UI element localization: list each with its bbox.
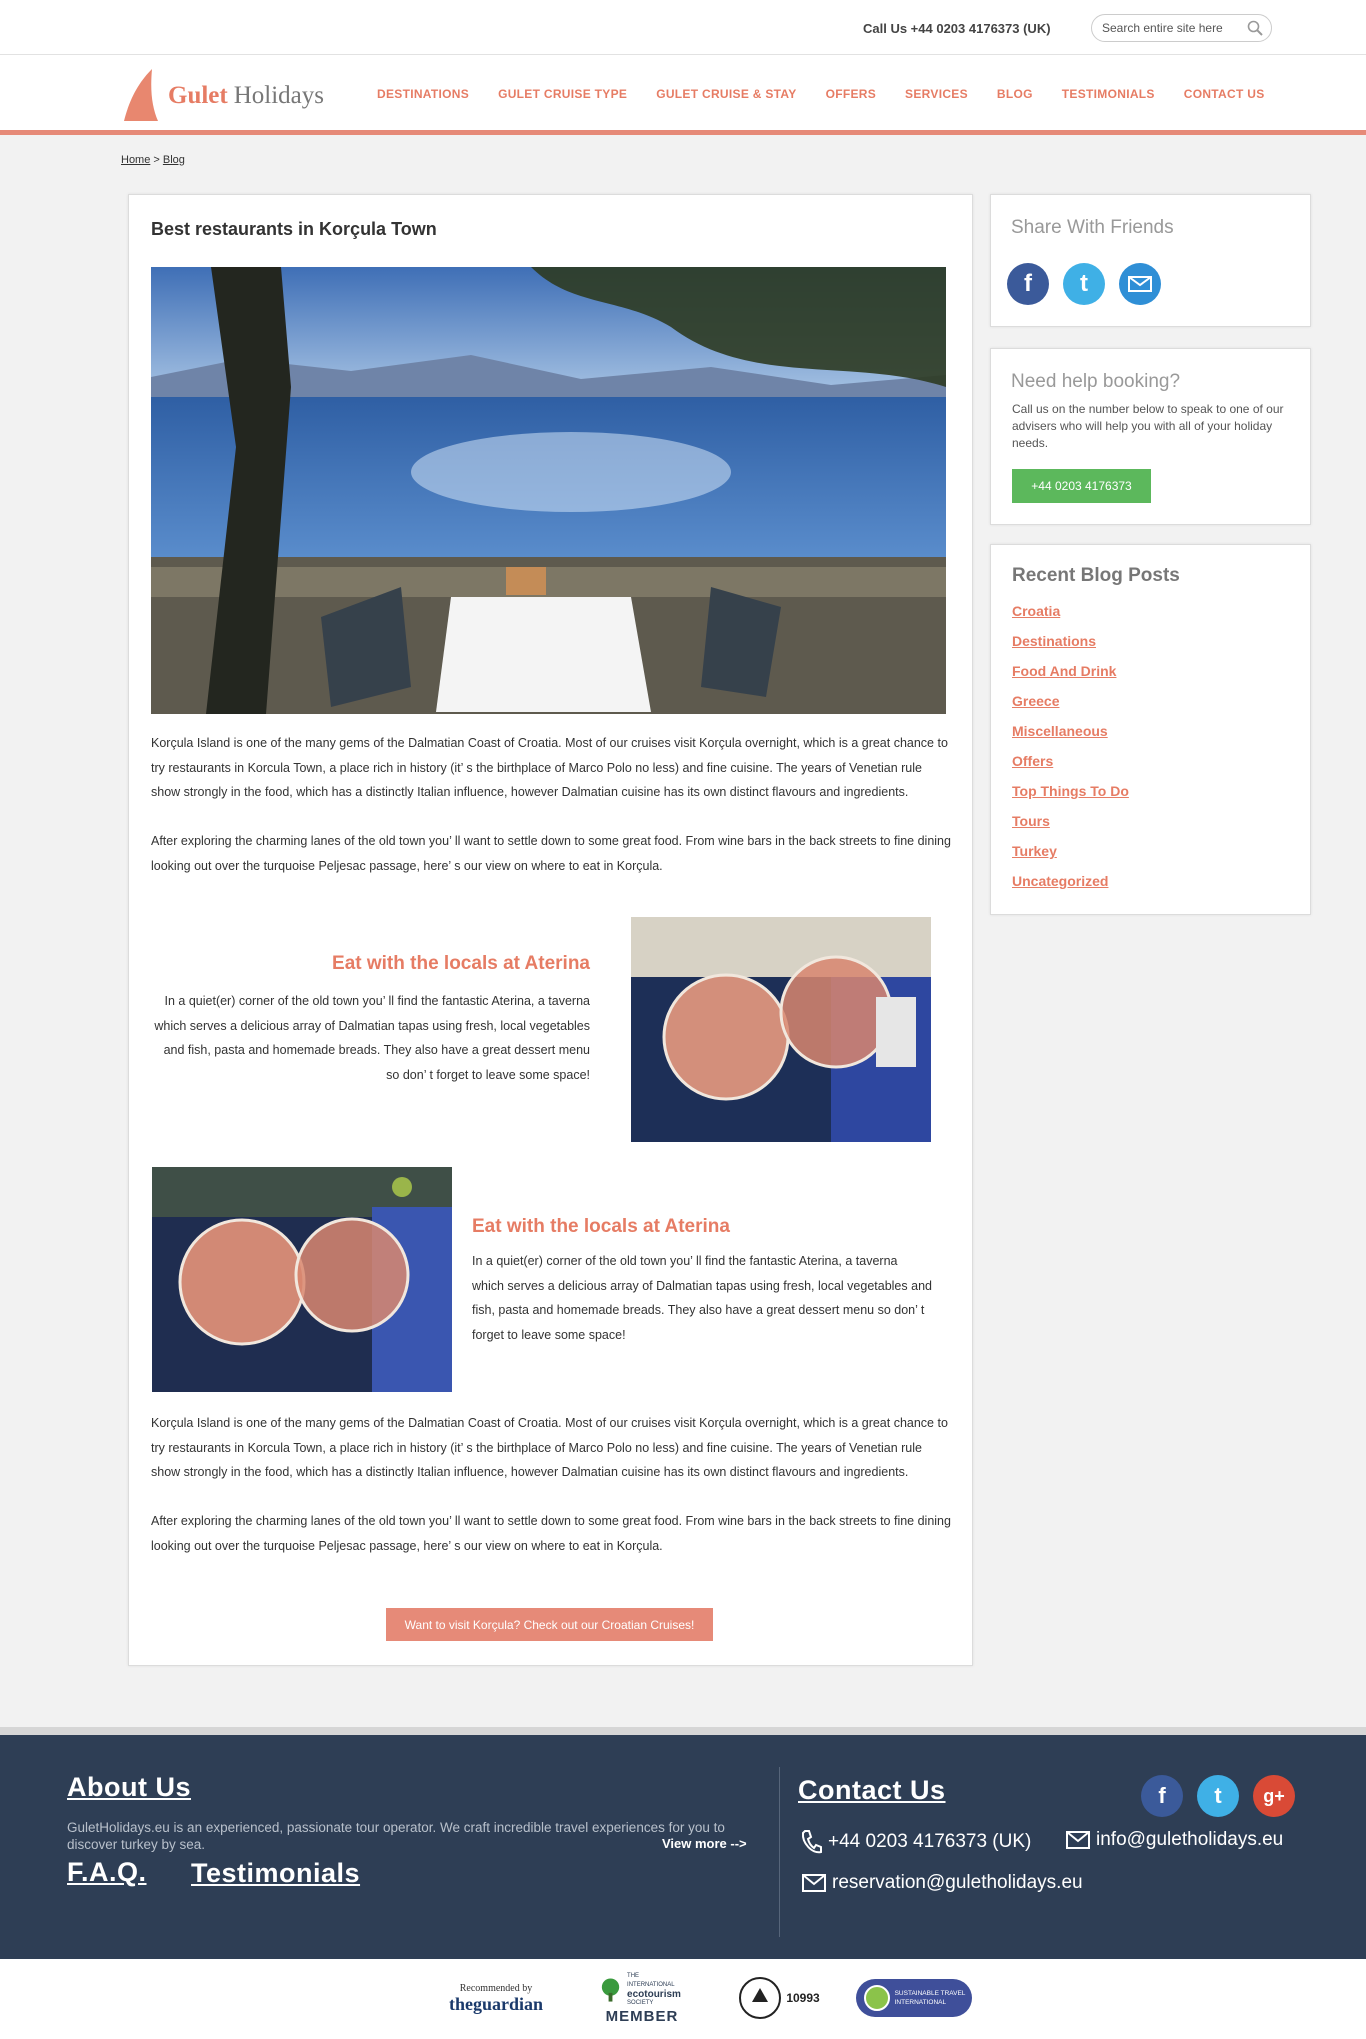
logo-word-gulet: Gulet (168, 82, 228, 109)
site-logo[interactable]: Gulet Holidays (122, 61, 324, 131)
partner-logos: Recommended by theguardian THE INTERNATI… (0, 1959, 1366, 2039)
breadcrumb: Home > Blog (121, 154, 185, 166)
article-title: Best restaurants in Korçula Town (151, 219, 437, 239)
footer-google-plus-icon[interactable]: g+ (1253, 1775, 1295, 1817)
intro-paragraph-2: After exploring the charming lanes of th… (151, 834, 951, 873)
sti-line2: INTERNATIONAL (894, 1999, 947, 2006)
site-footer: About Us GuletHolidays.eu is an experien… (0, 1727, 1366, 1959)
envelope-icon (802, 1874, 826, 1892)
ecotourism-member-text: MEMBER (605, 2007, 679, 2025)
article-card: Best restaurants in Korçula Town Korçula… (128, 194, 973, 1666)
search-input[interactable] (1102, 21, 1242, 35)
hero-image (151, 267, 946, 714)
footer-email-reservation-text: reservation@guletholidays.eu (832, 1872, 1083, 1893)
outro-paragraph-1: Korçula Island is one of the many gems o… (151, 1416, 948, 1479)
feature-2-text: In a quiet(er) corner of the old town yo… (472, 1254, 932, 1342)
feature-2-image (152, 1167, 452, 1392)
guardian-name-text: theguardian (448, 1994, 544, 2014)
main-navbar: Gulet Holidays DESTINATIONS GULET CRUISE… (0, 55, 1366, 135)
footer-email-reservation[interactable]: reservation@guletholidays.eu (802, 1872, 1083, 1894)
phone-icon (801, 1830, 822, 1854)
twitter-icon[interactable]: t (1063, 263, 1105, 305)
sti-line1: SUSTAINABLE TRAVEL (894, 1990, 966, 1997)
intro-paragraph-1: Korçula Island is one of the many gems o… (151, 736, 948, 799)
footer-contact-us-link[interactable]: Contact Us (798, 1775, 946, 1806)
footer-twitter-icon[interactable]: t (1197, 1775, 1239, 1817)
outro-paragraph-2: After exploring the charming lanes of th… (151, 1514, 951, 1553)
facebook-icon[interactable]: f (1007, 263, 1049, 305)
share-icons: f t (1007, 263, 1161, 305)
recent-posts-list: Croatia Destinations Food And Drink Gree… (1012, 603, 1129, 903)
sail-logo-icon (124, 69, 158, 121)
help-phone-button[interactable]: +44 0203 4176373 (1012, 469, 1151, 503)
logo-word-holidays: Holidays (233, 82, 324, 109)
help-booking-widget: Need help booking? Call us on the number… (990, 348, 1311, 525)
ecotourism-line1: THE INTERNATIONAL (627, 1972, 675, 1988)
footer-social-icons: f t g+ (1141, 1775, 1295, 1817)
search-icon[interactable] (1247, 20, 1263, 39)
guardian-logo: Recommended by theguardian (436, 1977, 556, 2021)
footer-email-info[interactable]: info@guletholidays.eu (1066, 1829, 1283, 1851)
help-title: Need help booking? (1011, 371, 1181, 392)
nav-gulet-cruise-stay[interactable]: GULET CRUISE & STAY (656, 87, 796, 101)
tree-icon (601, 1977, 620, 2002)
abta-badge-icon (739, 1977, 782, 2019)
recent-post-croatia[interactable]: Croatia (1012, 603, 1129, 633)
recent-post-destinations[interactable]: Destinations (1012, 633, 1129, 663)
main-nav: DESTINATIONS GULET CRUISE TYPE GULET CRU… (377, 87, 1294, 101)
recent-post-turkey[interactable]: Turkey (1012, 843, 1129, 873)
recent-post-food-and-drink[interactable]: Food And Drink (1012, 663, 1129, 693)
ecotourism-society-logo: THE INTERNATIONAL ecotourism SOCIETY MEM… (598, 1969, 686, 2027)
feature-1-text: In a quiet(er) corner of the old town yo… (154, 994, 590, 1082)
footer-email-info-text: info@guletholidays.eu (1096, 1829, 1284, 1850)
feature-1-title: Eat with the locals at Aterina (332, 953, 590, 974)
ecotourism-line2: ecotourism (627, 1988, 681, 2000)
recent-post-miscellaneous[interactable]: Miscellaneous (1012, 723, 1129, 753)
recent-post-top-things-to-do[interactable]: Top Things To Do (1012, 783, 1129, 813)
footer-testimonials-link[interactable]: Testimonials (191, 1858, 360, 1889)
nav-gulet-cruise-type[interactable]: GULET CRUISE TYPE (498, 87, 627, 101)
search-box[interactable] (1091, 14, 1272, 42)
recent-post-offers[interactable]: Offers (1012, 753, 1129, 783)
nav-contact-us[interactable]: CONTACT US (1184, 87, 1265, 101)
share-widget: Share With Friends f t (990, 194, 1311, 327)
ecotourism-line3: SOCIETY (627, 1999, 654, 2006)
nav-offers[interactable]: OFFERS (826, 87, 876, 101)
breadcrumb-blog[interactable]: Blog (163, 154, 185, 166)
abta-logo: 10993 (734, 1971, 824, 2025)
recent-post-tours[interactable]: Tours (1012, 813, 1129, 843)
call-us-text: Call Us +44 0203 4176373 (UK) (863, 21, 1051, 36)
croatian-cruises-cta-button[interactable]: Want to visit Korçula? Check out our Cro… (386, 1608, 713, 1641)
recent-posts-title: Recent Blog Posts (1012, 565, 1180, 586)
envelope-icon (1066, 1831, 1090, 1849)
share-title: Share With Friends (1011, 217, 1174, 238)
footer-about-us-link[interactable]: About Us (67, 1772, 191, 1803)
sustainable-travel-logo: SUSTAINABLE TRAVEL INTERNATIONAL (856, 1979, 972, 2017)
recent-post-greece[interactable]: Greece (1012, 693, 1129, 723)
nav-blog[interactable]: BLOG (997, 87, 1033, 101)
nav-testimonials[interactable]: TESTIMONIALS (1062, 87, 1155, 101)
footer-faq-link[interactable]: F.A.Q. (67, 1857, 147, 1888)
top-bar: Call Us +44 0203 4176373 (UK) (0, 0, 1366, 55)
feature-2-title: Eat with the locals at Aterina (472, 1216, 730, 1237)
footer-phone-text: +44 0203 4176373 (UK) (828, 1831, 1032, 1852)
email-icon[interactable] (1119, 263, 1161, 305)
help-text: Call us on the number below to speak to … (1012, 402, 1284, 450)
footer-view-more-link[interactable]: View more --> (662, 1836, 747, 1851)
nav-services[interactable]: SERVICES (905, 87, 968, 101)
breadcrumb-separator: > (150, 154, 163, 166)
globe-icon (863, 1985, 890, 2011)
guardian-recommended-text: Recommended by (459, 1983, 533, 1994)
recent-posts-widget: Recent Blog Posts Croatia Destinations F… (990, 544, 1311, 915)
recent-post-uncategorized[interactable]: Uncategorized (1012, 873, 1129, 903)
feature-1-image (631, 917, 931, 1142)
footer-facebook-icon[interactable]: f (1141, 1775, 1183, 1817)
breadcrumb-home[interactable]: Home (121, 154, 150, 166)
footer-divider (779, 1767, 780, 1937)
nav-destinations[interactable]: DESTINATIONS (377, 87, 469, 101)
abta-number-text: 10993 (786, 1991, 820, 2005)
footer-phone[interactable]: +44 0203 4176373 (UK) (800, 1829, 1031, 1855)
